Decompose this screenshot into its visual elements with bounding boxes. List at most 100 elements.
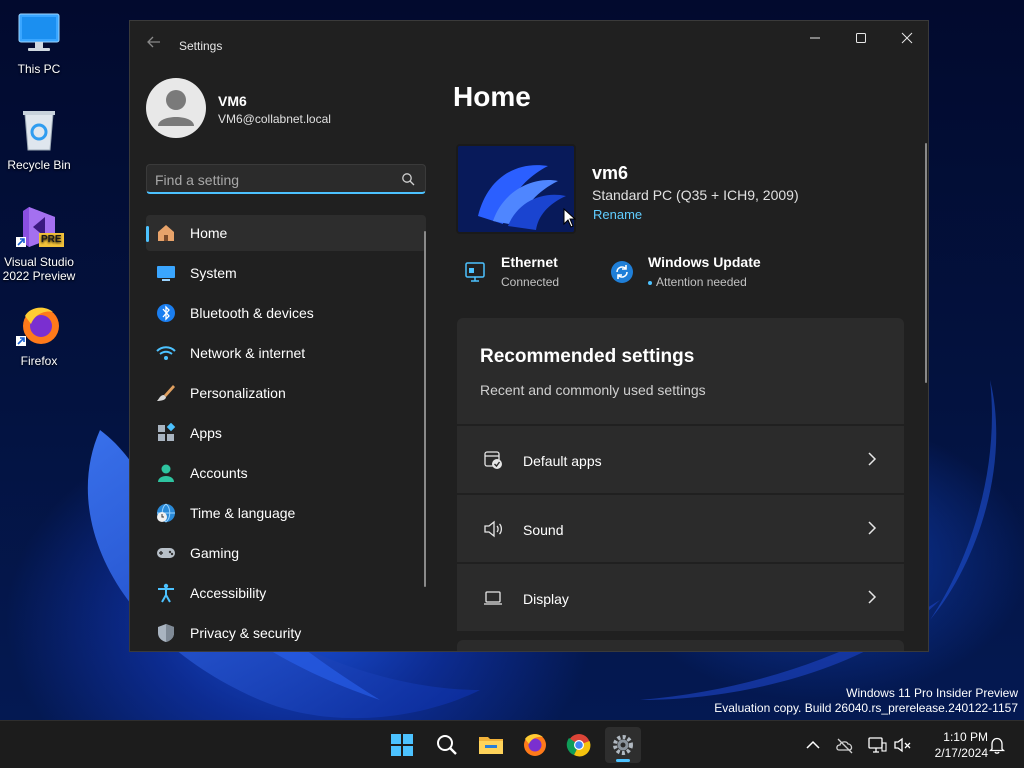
visual-studio-icon: PRE <box>15 203 64 251</box>
ethernet-status[interactable]: Ethernet Connected <box>463 254 593 294</box>
network-icon[interactable] <box>867 735 887 755</box>
file-explorer-icon <box>479 737 503 754</box>
profile-email: VM6@collabnet.local <box>218 112 331 126</box>
active-app-indicator <box>616 759 630 762</box>
globe-clock-icon <box>157 503 175 523</box>
minimize-icon <box>810 37 820 39</box>
windows-update-status[interactable]: Windows Update Attention needed <box>610 254 790 294</box>
search-icon[interactable] <box>401 172 415 186</box>
sidebar-item-apps[interactable]: Apps <box>146 415 426 451</box>
chevron-right-icon <box>868 452 877 466</box>
notification-bell-icon[interactable] <box>987 735 1007 755</box>
taskbar-settings[interactable] <box>605 727 641 763</box>
desktop-icon-label: This PC <box>17 62 61 76</box>
device-wallpaper-thumbnail <box>456 144 576 234</box>
default-apps-icon <box>484 451 502 469</box>
sidebar-item-accessibility[interactable]: Accessibility <box>146 575 426 611</box>
windows-update-title: Windows Update <box>648 254 761 270</box>
bluetooth-icon <box>157 304 175 322</box>
recommended-title: Recommended settings <box>480 346 695 367</box>
sidebar-item-home[interactable]: Home <box>146 215 426 251</box>
window-title: Settings <box>179 39 223 53</box>
sidebar-item-bluetooth[interactable]: Bluetooth & devices <box>146 295 426 331</box>
sidebar-item-personalization[interactable]: Personalization <box>146 375 426 411</box>
taskbar-chrome[interactable] <box>561 727 597 763</box>
avatar <box>146 78 206 138</box>
search-box[interactable] <box>146 164 426 194</box>
laptop-icon <box>484 591 502 605</box>
back-button[interactable] <box>142 35 166 55</box>
taskbar-start-button[interactable] <box>384 727 420 763</box>
close-button[interactable] <box>884 21 928 53</box>
desktop-icon-visual-studio[interactable]: PRE Visual Studio 2022 Preview <box>0 203 78 283</box>
mouse-cursor-icon <box>563 208 577 228</box>
attention-dot-icon <box>648 280 652 285</box>
search-input[interactable] <box>155 170 385 190</box>
desktop-icon-label: Firefox <box>20 354 58 368</box>
chrome-icon <box>566 734 591 757</box>
sidebar-item-accounts[interactable]: Accounts <box>146 455 426 491</box>
accounts-icon <box>158 464 174 482</box>
ethernet-subtitle: Connected <box>501 275 560 289</box>
sidebar-item-time-language[interactable]: Time & language <box>146 495 426 531</box>
taskbar-clock[interactable]: 1:10 PM 2/17/2024 <box>918 729 988 761</box>
main-scrollbar[interactable] <box>925 143 927 383</box>
windows-watermark: Windows 11 Pro Insider Preview Evaluatio… <box>714 686 1018 716</box>
taskbar-file-explorer[interactable] <box>473 727 509 763</box>
sidebar-item-label: Home <box>190 225 228 241</box>
recommended-row-default-apps[interactable]: Default apps <box>457 426 904 493</box>
monitor-icon <box>15 10 63 58</box>
user-profile[interactable]: VM6 VM6@collabnet.local <box>146 78 426 138</box>
sidebar-item-network[interactable]: Network & internet <box>146 335 426 371</box>
taskbar-search-button[interactable] <box>429 727 465 763</box>
windows-update-subtitle-text: Attention needed <box>656 275 747 289</box>
apps-icon <box>158 423 176 441</box>
sidebar-scrollbar[interactable] <box>424 231 426 587</box>
sidebar-item-label: Privacy & security <box>190 625 302 641</box>
close-icon <box>901 32 913 44</box>
recommended-row-label: Default apps <box>523 453 602 469</box>
onedrive-offline-icon[interactable] <box>835 735 855 755</box>
recommended-settings-card: Recommended settings Recent and commonly… <box>457 318 904 424</box>
maximize-button[interactable] <box>838 21 884 53</box>
desktop-icon-recycle-bin[interactable]: Recycle Bin <box>0 106 78 172</box>
clock-time: 1:10 PM <box>943 730 988 744</box>
windows-update-icon <box>611 261 633 283</box>
chevron-up-icon[interactable] <box>803 735 823 755</box>
recommended-row-label: Sound <box>523 522 564 538</box>
firefox-icon <box>524 734 546 756</box>
rename-link[interactable]: Rename <box>593 207 642 222</box>
volume-muted-icon[interactable] <box>893 735 913 755</box>
taskbar-firefox[interactable] <box>517 727 553 763</box>
recommended-row-label: Display <box>523 591 569 607</box>
sidebar-item-system[interactable]: System <box>146 255 426 291</box>
sidebar-item-label: Bluetooth & devices <box>190 305 314 321</box>
sidebar-item-label: Accessibility <box>190 585 267 601</box>
clock-date: 2/17/2024 <box>934 746 988 760</box>
desktop-icon-label: Recycle Bin <box>7 158 71 172</box>
brush-icon <box>157 385 175 401</box>
title-bar[interactable]: Settings <box>130 21 928 69</box>
speaker-icon <box>484 520 503 538</box>
page-title: Home <box>453 81 531 112</box>
desktop-icon-firefox[interactable]: Firefox <box>0 302 78 368</box>
minimize-button[interactable] <box>792 21 838 53</box>
device-name: vm6 <box>592 163 629 183</box>
recommended-subtitle: Recent and commonly used settings <box>480 382 706 398</box>
chevron-right-icon <box>868 521 877 535</box>
settings-icon <box>613 735 633 755</box>
recommended-row-sound[interactable]: Sound <box>457 495 904 562</box>
watermark-line-2: Evaluation copy. Build 26040.rs_prerelea… <box>714 701 1018 715</box>
sidebar-item-label: Time & language <box>190 505 296 521</box>
home-icon <box>158 225 174 241</box>
watermark-line-1: Windows 11 Pro Insider Preview <box>846 686 1018 700</box>
recycle-bin-icon <box>15 106 63 154</box>
recommended-row-display[interactable]: Display <box>457 564 904 631</box>
sidebar-item-label: System <box>190 265 237 281</box>
desktop-icon-this-pc[interactable]: This PC <box>0 10 78 76</box>
accessibility-icon <box>158 583 174 603</box>
user-silhouette-icon <box>158 90 194 126</box>
sidebar-item-privacy[interactable]: Privacy & security <box>146 615 426 651</box>
sidebar-item-gaming[interactable]: Gaming <box>146 535 426 571</box>
device-model: Standard PC (Q35 + ICH9, 2009) <box>592 187 799 203</box>
